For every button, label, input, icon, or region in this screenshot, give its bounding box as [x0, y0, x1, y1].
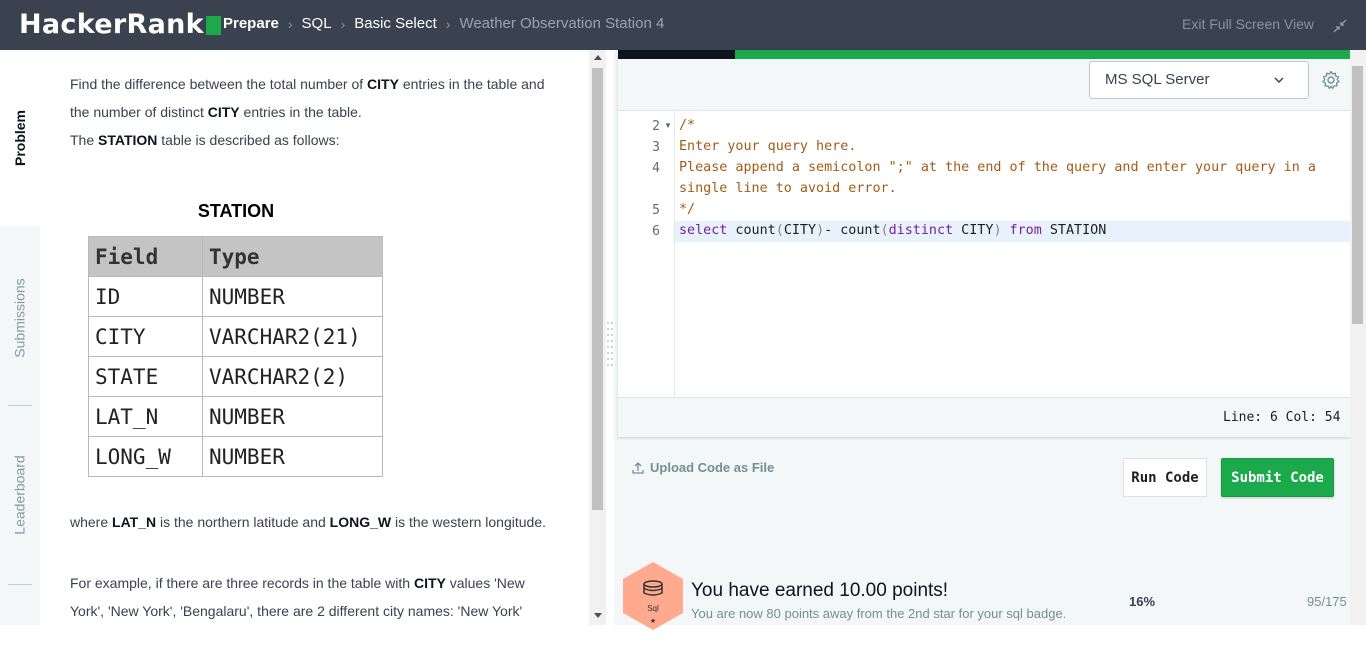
table-row: ID NUMBER: [88, 276, 383, 317]
points-earned-title: You have earned 10.00 points!: [691, 580, 949, 601]
table-cell: VARCHAR2(2): [202, 356, 383, 397]
breadcrumb: Prepare › SQL › Basic Select › Weather O…: [223, 15, 664, 32]
chevron-right-icon: ›: [287, 15, 293, 32]
table-cell: CITY: [88, 316, 203, 357]
line-number: 4: [652, 161, 660, 176]
scroll-up-arrow-icon[interactable]: [594, 55, 602, 60]
breadcrumb-basic-select[interactable]: Basic Select: [354, 15, 437, 32]
tab-leaderboard-label: Leaderboard: [12, 455, 28, 535]
breadcrumb-prepare[interactable]: Prepare: [223, 15, 279, 32]
upload-icon: [632, 462, 644, 474]
tab-divider: [8, 584, 32, 585]
table-cell: ID: [88, 276, 203, 317]
hackerrank-logo[interactable]: HackerRank: [19, 9, 221, 40]
table-cell: LONG_W: [88, 436, 203, 477]
station-schema-table: Field Type ID NUMBER CITY VARCHAR2(21) STA…: [88, 236, 383, 477]
points-earned-subtitle: You are now 80 points away from the 2nd …: [691, 606, 1067, 621]
line-number: 5: [652, 203, 660, 218]
chevron-right-icon: ›: [340, 15, 346, 32]
editor-top-strip-dark: [618, 50, 735, 59]
problem-paragraph-2: The STATION table is described as follow…: [70, 132, 340, 148]
table-row: LONG_W NUMBER: [88, 436, 383, 477]
collapse-icon[interactable]: [1332, 18, 1348, 34]
line-number: 6: [652, 224, 660, 239]
table-cell: NUMBER: [202, 276, 383, 317]
run-code-label: Run Code: [1131, 469, 1199, 486]
code-line: */: [679, 202, 696, 217]
line-number: 3: [652, 140, 660, 155]
chevron-down-icon: [1274, 77, 1284, 83]
table-title: STATION: [197, 201, 275, 221]
breadcrumb-current-challenge: Weather Observation Station 4: [459, 15, 665, 32]
table-header-type: Type: [202, 236, 383, 277]
table-header-field: Field: [88, 236, 203, 277]
submit-code-button[interactable]: Submit Code: [1221, 458, 1334, 497]
logo-block-icon: [205, 15, 221, 35]
tab-submissions[interactable]: Submissions: [0, 230, 40, 405]
table-row: STATE VARCHAR2(2): [88, 356, 383, 397]
code-line: Enter your query here.: [679, 139, 857, 154]
tab-submissions-label: Submissions: [12, 277, 28, 358]
badge-points-count: 95/175: [1307, 594, 1347, 609]
problem-paragraph-3: where LAT_N is the northern latitude and…: [70, 514, 546, 530]
code-line: Please append a semicolon ";" at the end…: [679, 160, 1316, 175]
table-cell: NUMBER: [202, 396, 383, 437]
code-line-query: select count(CITY)- count(distinct CITY)…: [679, 223, 1107, 238]
table-header-row: Field Type: [88, 236, 383, 277]
problem-scrollbar-thumb[interactable]: [592, 68, 603, 510]
side-tabs: Problem Submissions Leaderboard: [0, 50, 40, 625]
run-code-button[interactable]: Run Code: [1123, 458, 1207, 497]
svg-text:★: ★: [650, 617, 656, 625]
logo-text: HackerRank: [19, 9, 204, 40]
editor-scrollbar-thumb[interactable]: [1352, 66, 1363, 324]
chevron-right-icon: ›: [445, 15, 451, 32]
problem-paragraph-1: Find the difference between the total nu…: [70, 76, 545, 120]
tab-leaderboard[interactable]: Leaderboard: [0, 406, 40, 584]
table-cell: LAT_N: [88, 396, 203, 437]
problem-paragraph-4: For example, if there are three records …: [70, 575, 525, 619]
badge-progress-percent: 16%: [1129, 594, 1156, 609]
sql-badge-icon: Sql ★: [623, 562, 683, 630]
line-number: 2: [652, 119, 660, 134]
exit-fullscreen-link[interactable]: Exit Full Screen View: [1182, 16, 1314, 32]
editor-top-strip-green: [735, 50, 1350, 59]
panel-resize-handle[interactable]: [606, 320, 614, 366]
fold-arrow-icon[interactable]: ▼: [664, 121, 672, 130]
table-cell: NUMBER: [202, 436, 383, 477]
language-select-value: MS SQL Server: [1105, 71, 1210, 88]
submit-code-label: Submit Code: [1231, 469, 1324, 486]
upload-code-button[interactable]: Upload Code as File: [632, 460, 774, 475]
code-line: /*: [679, 118, 696, 133]
tab-problem-label: Problem: [12, 109, 29, 167]
scroll-down-arrow-icon[interactable]: [594, 613, 602, 618]
code-line: single line to avoid error.: [679, 181, 897, 196]
gear-icon[interactable]: [1321, 70, 1341, 90]
table-row: CITY VARCHAR2(21): [88, 316, 383, 357]
table-cell: STATE: [88, 356, 203, 397]
table-row: LAT_N NUMBER: [88, 396, 383, 437]
breadcrumb-sql[interactable]: SQL: [302, 15, 332, 32]
problem-statement: Find the difference between the total nu…: [40, 50, 589, 625]
badge-label: Sql: [647, 604, 659, 613]
upload-code-label: Upload Code as File: [650, 460, 775, 475]
top-navigation-bar: HackerRank Prepare › SQL › Basic Select …: [0, 0, 1366, 50]
cursor-position: Line: 6 Col: 54: [1223, 410, 1341, 425]
table-cell: VARCHAR2(21): [202, 316, 383, 357]
tab-problem[interactable]: Problem: [0, 50, 40, 226]
